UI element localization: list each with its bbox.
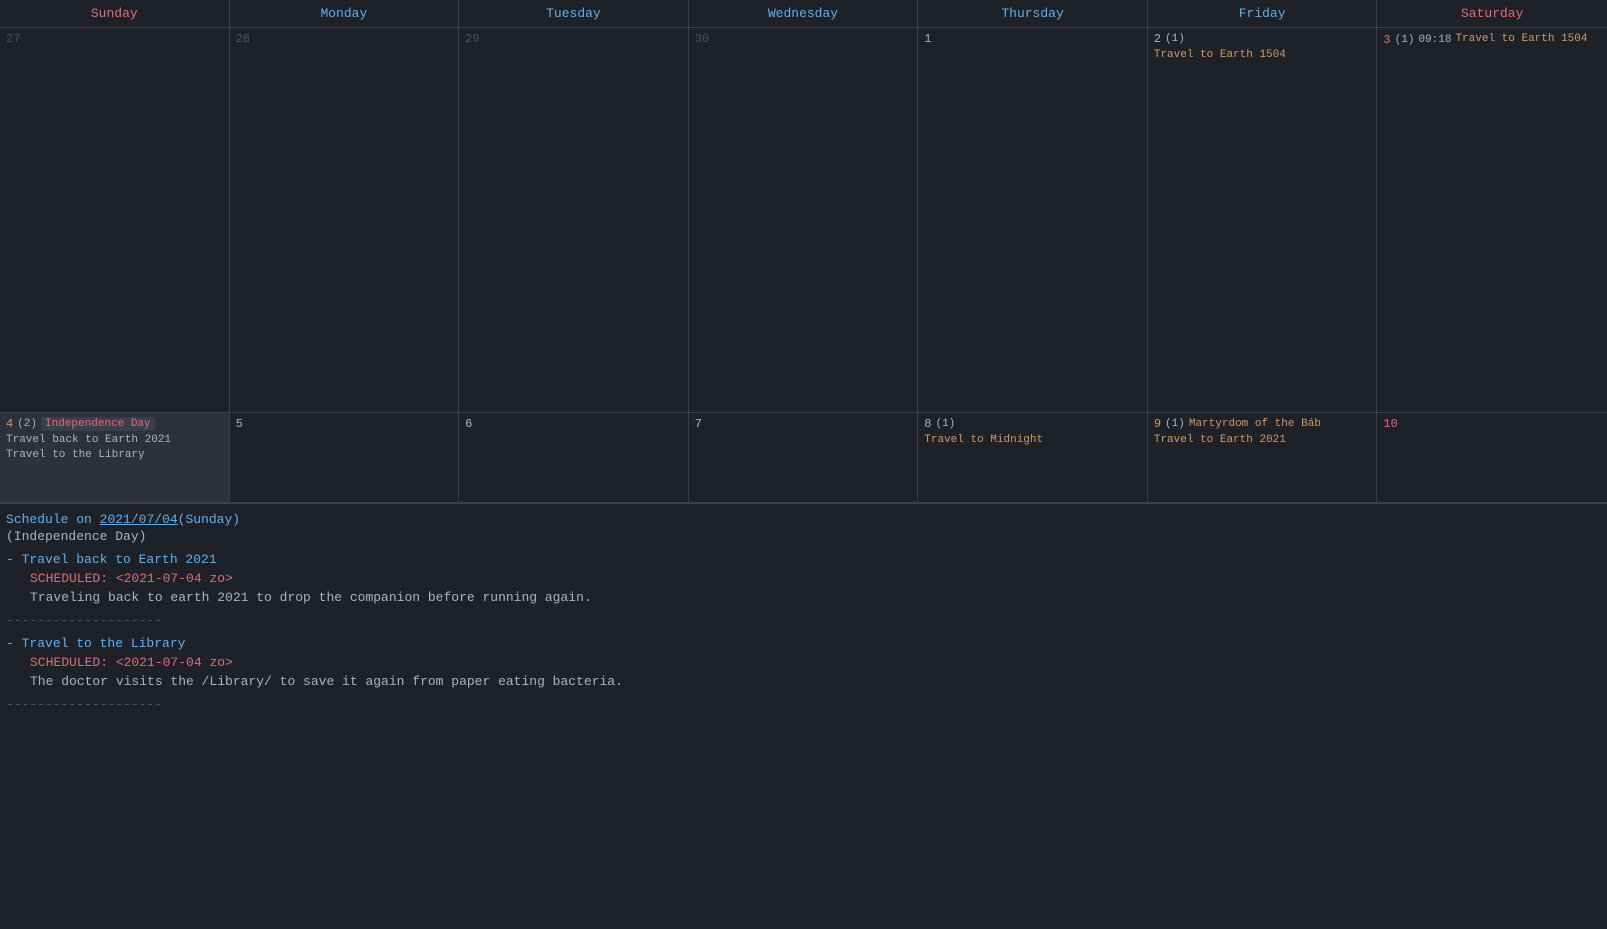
event-3-1[interactable]: Travel to Earth 1504 [1455, 32, 1587, 47]
holiday-4: Independence Day [41, 417, 155, 431]
schedule-section: Schedule on 2021/07/04(Sunday) (Independ… [0, 503, 1607, 728]
cell-6[interactable]: 6 [459, 413, 689, 503]
header-monday: Monday [230, 0, 460, 27]
schedule-date[interactable]: 2021/07/04 [100, 512, 178, 527]
schedule-day: (Sunday) [178, 512, 240, 527]
date-num-5: 5 [236, 417, 243, 431]
event-count-9: (1) [1165, 418, 1185, 430]
schedule-entry-1: - Travel back to Earth 2021 SCHEDULED: <… [6, 552, 1601, 605]
cell-29[interactable]: 29 [459, 28, 689, 413]
cell-7[interactable]: 7 [689, 413, 919, 503]
event-count-4: (2) [17, 418, 37, 430]
cell-8[interactable]: 8 (1) Travel to Midnight [918, 413, 1148, 503]
schedule-holiday: (Independence Day) [6, 529, 1601, 544]
cell-5[interactable]: 5 [230, 413, 460, 503]
time-3: 09:18 [1418, 34, 1451, 46]
cell-1[interactable]: 1 [918, 28, 1148, 413]
event-4-1[interactable]: Travel back to Earth 2021 [6, 433, 223, 448]
divider-1: -------------------- [6, 613, 1601, 628]
date-num-6: 6 [465, 417, 472, 431]
header-friday: Friday [1148, 0, 1378, 27]
header-sunday: Sunday [0, 0, 230, 27]
header-wednesday: Wednesday [689, 0, 919, 27]
calendar-header: Sunday Monday Tuesday Wednesday Thursday… [0, 0, 1607, 28]
cell-30[interactable]: 30 [689, 28, 919, 413]
date-num-27: 27 [6, 32, 20, 46]
schedule-entry-2-desc: The doctor visits the /Library/ to save … [30, 674, 1601, 689]
schedule-header: Schedule on 2021/07/04(Sunday) [6, 512, 1601, 527]
event-4-2[interactable]: Travel to the Library [6, 448, 223, 463]
header-saturday: Saturday [1377, 0, 1607, 27]
cell-2[interactable]: 2 (1) Travel to Earth 1504 [1148, 28, 1378, 413]
header-thursday: Thursday [918, 0, 1148, 27]
holiday-9: Martyrdom of the Báb [1189, 418, 1321, 430]
schedule-entry-2: - Travel to the Library SCHEDULED: <2021… [6, 636, 1601, 689]
divider-2: -------------------- [6, 697, 1601, 712]
date-num-9: 9 [1154, 417, 1161, 431]
date-num-2: 2 [1154, 32, 1161, 46]
schedule-label: chedule on [14, 512, 100, 527]
event-count-3: (1) [1395, 34, 1415, 46]
event-count-8: (1) [935, 418, 955, 430]
schedule-entry-2-scheduled: SCHEDULED: <2021-07-04 zo> [30, 655, 1601, 670]
event-2-1[interactable]: Travel to Earth 1504 [1154, 48, 1371, 63]
date-num-28: 28 [236, 32, 250, 46]
event-count-2: (1) [1165, 33, 1185, 45]
date-num-10: 10 [1383, 417, 1397, 431]
schedule-entry-1-title[interactable]: - Travel back to Earth 2021 [6, 552, 1601, 567]
date-num-4: 4 [6, 417, 13, 431]
date-num-8: 8 [924, 417, 931, 431]
schedule-cursor: S [6, 512, 14, 527]
cell-28[interactable]: 28 [230, 28, 460, 413]
schedule-entry-2-title[interactable]: - Travel to the Library [6, 636, 1601, 651]
schedule-entry-1-scheduled: SCHEDULED: <2021-07-04 zo> [30, 571, 1601, 586]
schedule-entry-1-desc: Traveling back to earth 2021 to drop the… [30, 590, 1601, 605]
schedule-entry-1-date: <2021-07-04 zo> [116, 571, 233, 586]
event-8-1[interactable]: Travel to Midnight [924, 433, 1141, 448]
date-num-1: 1 [924, 32, 931, 46]
calendar-row-1: 27 28 29 30 1 2 (1) Travel to Earth 1504… [0, 28, 1607, 413]
cell-4[interactable]: 4 (2) Independence Day Travel back to Ea… [0, 413, 230, 503]
calendar-row-2: 4 (2) Independence Day Travel back to Ea… [0, 413, 1607, 503]
event-9-1[interactable]: Travel to Earth 2021 [1154, 433, 1371, 448]
schedule-entry-2-date: <2021-07-04 zo> [116, 655, 233, 670]
cell-10[interactable]: 10 [1377, 413, 1607, 503]
date-num-3: 3 [1383, 33, 1390, 47]
date-num-29: 29 [465, 32, 479, 46]
header-tuesday: Tuesday [459, 0, 689, 27]
cell-9[interactable]: 9 (1) Martyrdom of the Báb Travel to Ear… [1148, 413, 1378, 503]
date-num-7: 7 [695, 417, 702, 431]
date-num-30: 30 [695, 32, 709, 46]
cell-3[interactable]: 3 (1) 09:18 Travel to Earth 1504 [1377, 28, 1607, 413]
cell-27[interactable]: 27 [0, 28, 230, 413]
calendar-container: Sunday Monday Tuesday Wednesday Thursday… [0, 0, 1607, 728]
